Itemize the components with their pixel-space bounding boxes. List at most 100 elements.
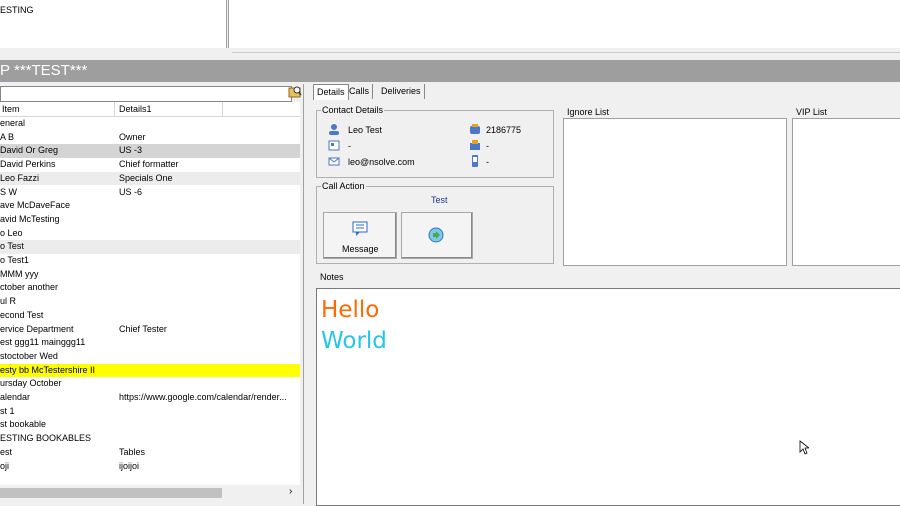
- column-header-details1[interactable]: Details1: [119, 104, 152, 114]
- list-row[interactable]: st 1: [0, 405, 300, 419]
- tab-calls[interactable]: Calls: [346, 84, 374, 99]
- list-cell-item: stoctober Wed: [0, 350, 58, 361]
- contact-list: eneral A B Owner David Or Greg US -3 David Pe…: [0, 117, 300, 485]
- call-action-label: Test: [431, 195, 448, 205]
- list-row[interactable]: esty bb McTestershire II: [0, 363, 300, 378]
- list-cell-item: ctober another: [0, 282, 59, 293]
- list-row[interactable]: ursday October: [0, 377, 300, 391]
- record-title-bar: P ***TEST***: [0, 60, 900, 82]
- forward-arrow-icon: [428, 227, 444, 243]
- list-row[interactable]: A B Owner: [0, 131, 300, 145]
- list-header: Item Details1: [0, 102, 300, 117]
- list-cell-item: A B: [0, 131, 15, 142]
- list-row[interactable]: Leo Fazzi Specials One: [0, 171, 300, 186]
- message-button[interactable]: Message: [323, 212, 397, 259]
- horizontal-scrollbar[interactable]: ›: [0, 486, 300, 500]
- list-row[interactable]: stoctober Wed: [0, 350, 300, 364]
- search-button[interactable]: [288, 84, 302, 100]
- list-cell-item: ervice Department: [0, 323, 74, 334]
- contact-fax: -: [486, 141, 489, 151]
- list-cell-details: US -3: [119, 145, 143, 156]
- list-row[interactable]: ctober another: [0, 281, 300, 295]
- forward-button[interactable]: [401, 212, 473, 259]
- contact-email[interactable]: leo@nsolve.com: [348, 157, 415, 167]
- list-row[interactable]: eneral: [0, 117, 300, 131]
- notes-label: Notes: [320, 272, 344, 282]
- list-row[interactable]: ave McDaveFace: [0, 199, 300, 213]
- list-cell-details: ijoijoi: [119, 460, 140, 471]
- tab-deliveries[interactable]: Deliveries: [378, 84, 425, 99]
- panel-divider[interactable]: [303, 84, 304, 504]
- vip-list-label: VIP List: [796, 107, 827, 117]
- list-cell-item: esty bb McTestershire II: [0, 364, 96, 375]
- list-row[interactable]: est Tables: [0, 446, 300, 460]
- top-left-list: ESTING: [0, 0, 227, 48]
- scroll-right-icon[interactable]: ›: [289, 486, 292, 497]
- list-row[interactable]: ervice Department Chief Tester: [0, 323, 300, 337]
- list-cell-item: oji: [0, 460, 10, 471]
- notes-line-1: Hello: [321, 297, 380, 323]
- phone-icon: [470, 124, 480, 134]
- contact-name: Leo Test: [348, 125, 382, 135]
- notes-editor[interactable]: Hello World: [316, 288, 900, 506]
- list-row[interactable]: David Perkins Chief formatter: [0, 158, 300, 172]
- contact-company: -: [348, 141, 351, 151]
- list-row[interactable]: o Test1: [0, 254, 300, 268]
- list-row[interactable]: David Or Greg US -3: [0, 144, 300, 159]
- list-row[interactable]: o Test: [0, 240, 300, 254]
- tab-details[interactable]: Details: [313, 84, 349, 100]
- list-row[interactable]: S W US -6: [0, 186, 300, 200]
- list-row[interactable]: o Leo: [0, 227, 300, 241]
- list-cell-item: econd Test: [0, 309, 44, 320]
- list-cell-item: ave McDaveFace: [0, 200, 71, 211]
- record-title: ***TEST***: [14, 62, 88, 79]
- mouse-cursor-icon: [799, 440, 809, 455]
- call-action-legend: Call Action: [321, 181, 366, 191]
- message-button-label: Message: [342, 244, 379, 254]
- list-row[interactable]: alendar https://www.google.com/calendar/r…: [0, 391, 300, 405]
- list-cell-item: alendar: [0, 392, 31, 402]
- list-cell-item: ursday October: [0, 378, 62, 389]
- list-cell-details: https://www.google.com/calendar/render..…: [119, 392, 287, 402]
- vip-list[interactable]: [792, 118, 900, 266]
- list-cell-item: eneral: [0, 118, 26, 128]
- list-row[interactable]: ul R: [0, 295, 300, 309]
- list-cell-item: o Leo: [0, 227, 23, 238]
- list-row[interactable]: est ggg11 mainggg11: [0, 336, 300, 350]
- top-list-item[interactable]: ESTING: [0, 5, 34, 15]
- column-header-item[interactable]: Item: [2, 104, 20, 114]
- list-row[interactable]: st bookable: [0, 418, 300, 432]
- notes-line-2: World: [321, 328, 387, 354]
- search-input[interactable]: [0, 86, 292, 102]
- list-cell-details: Tables: [119, 446, 146, 457]
- list-cell-details: Chief Tester: [119, 323, 167, 334]
- contact-details-legend: Contact Details: [321, 105, 385, 115]
- search-folder-icon: [288, 86, 302, 98]
- list-cell-item: est ggg11 mainggg11: [0, 337, 86, 348]
- list-cell-item: ESTING BOOKABLES: [0, 433, 92, 444]
- mobile-icon: [472, 155, 478, 167]
- contact-details-group: Contact Details Leo Test - leo@nsolve.co…: [316, 105, 554, 178]
- top-right-panel: [228, 0, 900, 48]
- ignore-list[interactable]: [563, 118, 787, 266]
- person-icon: [329, 124, 339, 135]
- list-cell-item: st 1: [0, 405, 15, 416]
- fax-icon: [470, 140, 480, 150]
- splitter[interactable]: [0, 48, 900, 60]
- ignore-list-label: Ignore List: [567, 107, 610, 117]
- list-row[interactable]: avid McTesting: [0, 213, 300, 227]
- contact-mobile: -: [486, 157, 489, 167]
- scrollbar-thumb[interactable]: [0, 488, 222, 498]
- list-cell-details: Specials One: [119, 172, 173, 183]
- list-cell-item: st bookable: [0, 419, 47, 430]
- list-row[interactable]: econd Test: [0, 309, 300, 323]
- list-cell-item: o Test: [0, 241, 24, 252]
- list-row[interactable]: ESTING BOOKABLES: [0, 432, 300, 446]
- list-cell-item: Leo Fazzi: [0, 172, 40, 183]
- list-cell-item: S W: [0, 186, 17, 197]
- list-cell-item: est: [0, 446, 13, 457]
- contact-phone[interactable]: 2186775: [486, 125, 521, 135]
- list-cell-item: MMM yyy: [0, 268, 39, 279]
- list-row[interactable]: oji ijoijoi: [0, 460, 300, 474]
- list-row[interactable]: MMM yyy: [0, 268, 300, 282]
